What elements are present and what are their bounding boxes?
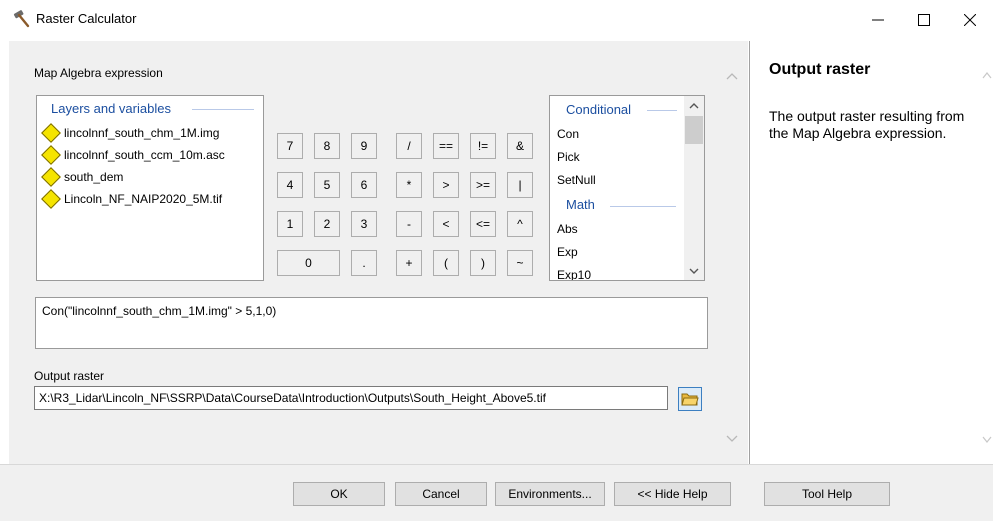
key-greater[interactable]: > <box>433 172 459 198</box>
window-title: Raster Calculator <box>36 11 137 26</box>
key-multiply[interactable]: * <box>396 172 422 198</box>
layer-item[interactable]: Lincoln_NF_NAIP2020_5M.tif <box>39 188 225 210</box>
key-1[interactable]: 1 <box>277 211 303 237</box>
key-decimal[interactable]: . <box>351 250 377 276</box>
function-item[interactable]: Exp <box>550 241 684 264</box>
key-5[interactable]: 5 <box>314 172 340 198</box>
key-minus[interactable]: - <box>396 211 422 237</box>
key-6[interactable]: 6 <box>351 172 377 198</box>
scroll-up-icon[interactable] <box>726 69 738 83</box>
key-not-equal[interactable]: != <box>470 133 496 159</box>
key-less[interactable]: < <box>433 211 459 237</box>
raster-layer-icon <box>41 123 61 143</box>
expression-label: Map Algebra expression <box>34 66 163 80</box>
main-panel: Map Algebra expression Layers and variab… <box>9 41 748 464</box>
math-group-title: Math <box>566 197 595 212</box>
key-not[interactable]: ~ <box>507 250 533 276</box>
scroll-down-icon[interactable] <box>688 264 700 278</box>
button-bar: OK Cancel Environments... << Hide Help T… <box>0 464 993 521</box>
function-item[interactable]: Pick <box>550 146 684 169</box>
key-divide[interactable]: / <box>396 133 422 159</box>
function-item[interactable]: Abs <box>550 218 684 241</box>
key-less-equal[interactable]: <= <box>470 211 496 237</box>
layers-group-title: Layers and variables <box>51 101 171 116</box>
function-item[interactable]: SetNull <box>550 169 684 192</box>
key-close-paren[interactable]: ) <box>470 250 496 276</box>
raster-layer-icon <box>41 167 61 187</box>
scrollbar-thumb[interactable] <box>685 116 703 144</box>
expression-textbox[interactable]: Con("lincolnnf_south_chm_1M.img" > 5,1,0… <box>35 297 708 349</box>
key-4[interactable]: 4 <box>277 172 303 198</box>
key-and[interactable]: & <box>507 133 533 159</box>
key-2[interactable]: 2 <box>314 211 340 237</box>
scroll-up-icon[interactable] <box>982 68 992 82</box>
scroll-down-icon[interactable] <box>726 432 738 446</box>
browse-folder-button[interactable] <box>678 387 702 411</box>
layer-item[interactable]: south_dem <box>39 166 225 188</box>
key-3[interactable]: 3 <box>351 211 377 237</box>
layers-list: lincolnnf_south_chm_1M.img lincolnnf_sou… <box>39 122 225 210</box>
title-bar: Raster Calculator <box>0 0 993 40</box>
scroll-up-icon[interactable] <box>688 99 700 113</box>
close-button[interactable] <box>947 0 993 40</box>
output-raster-label: Output raster <box>34 369 105 383</box>
cancel-button[interactable]: Cancel <box>395 482 487 506</box>
key-open-paren[interactable]: ( <box>433 250 459 276</box>
key-or[interactable]: | <box>507 172 533 198</box>
key-8[interactable]: 8 <box>314 133 340 159</box>
math-group-divider <box>610 206 676 207</box>
maximize-button[interactable] <box>901 0 947 40</box>
help-panel: Output raster The output raster resultin… <box>749 41 993 464</box>
key-0[interactable]: 0 <box>277 250 340 276</box>
raster-layer-icon <box>41 145 61 165</box>
layer-item[interactable]: lincolnnf_south_chm_1M.img <box>39 122 225 144</box>
ok-button[interactable]: OK <box>293 482 385 506</box>
hide-help-button[interactable]: << Hide Help <box>614 482 731 506</box>
conditional-group-divider <box>647 110 677 111</box>
help-body: The output raster resulting from the Map… <box>769 108 965 141</box>
layers-group-divider <box>192 109 254 110</box>
math-list: Abs Exp Exp10 <box>550 218 684 280</box>
scroll-down-icon[interactable] <box>982 433 992 447</box>
layer-item[interactable]: lincolnnf_south_ccm_10m.asc <box>39 144 225 166</box>
tool-help-button[interactable]: Tool Help <box>764 482 890 506</box>
conditional-list: Con Pick SetNull <box>550 123 684 192</box>
function-item[interactable]: Exp10 <box>550 264 684 280</box>
function-item[interactable]: Con <box>550 123 684 146</box>
environments-button[interactable]: Environments... <box>495 482 605 506</box>
open-folder-icon <box>681 393 699 406</box>
output-raster-field[interactable]: X:\R3_Lidar\Lincoln_NF\SSRP\Data\CourseD… <box>34 386 668 410</box>
hammer-icon <box>12 9 32 29</box>
raster-layer-icon <box>41 189 61 209</box>
minimize-button[interactable] <box>855 0 901 40</box>
key-equal[interactable]: == <box>433 133 459 159</box>
functions-listbox[interactable]: Conditional Con Pick SetNull Math Abs Ex… <box>549 95 705 281</box>
key-9[interactable]: 9 <box>351 133 377 159</box>
key-7[interactable]: 7 <box>277 133 303 159</box>
key-greater-equal[interactable]: >= <box>470 172 496 198</box>
conditional-group-title: Conditional <box>566 102 632 117</box>
layers-listbox[interactable]: Layers and variables lincolnnf_south_chm… <box>36 95 264 281</box>
functions-scrollbar[interactable] <box>684 96 704 280</box>
help-title: Output raster <box>769 61 871 78</box>
key-plus[interactable]: + <box>396 250 422 276</box>
key-xor[interactable]: ^ <box>507 211 533 237</box>
